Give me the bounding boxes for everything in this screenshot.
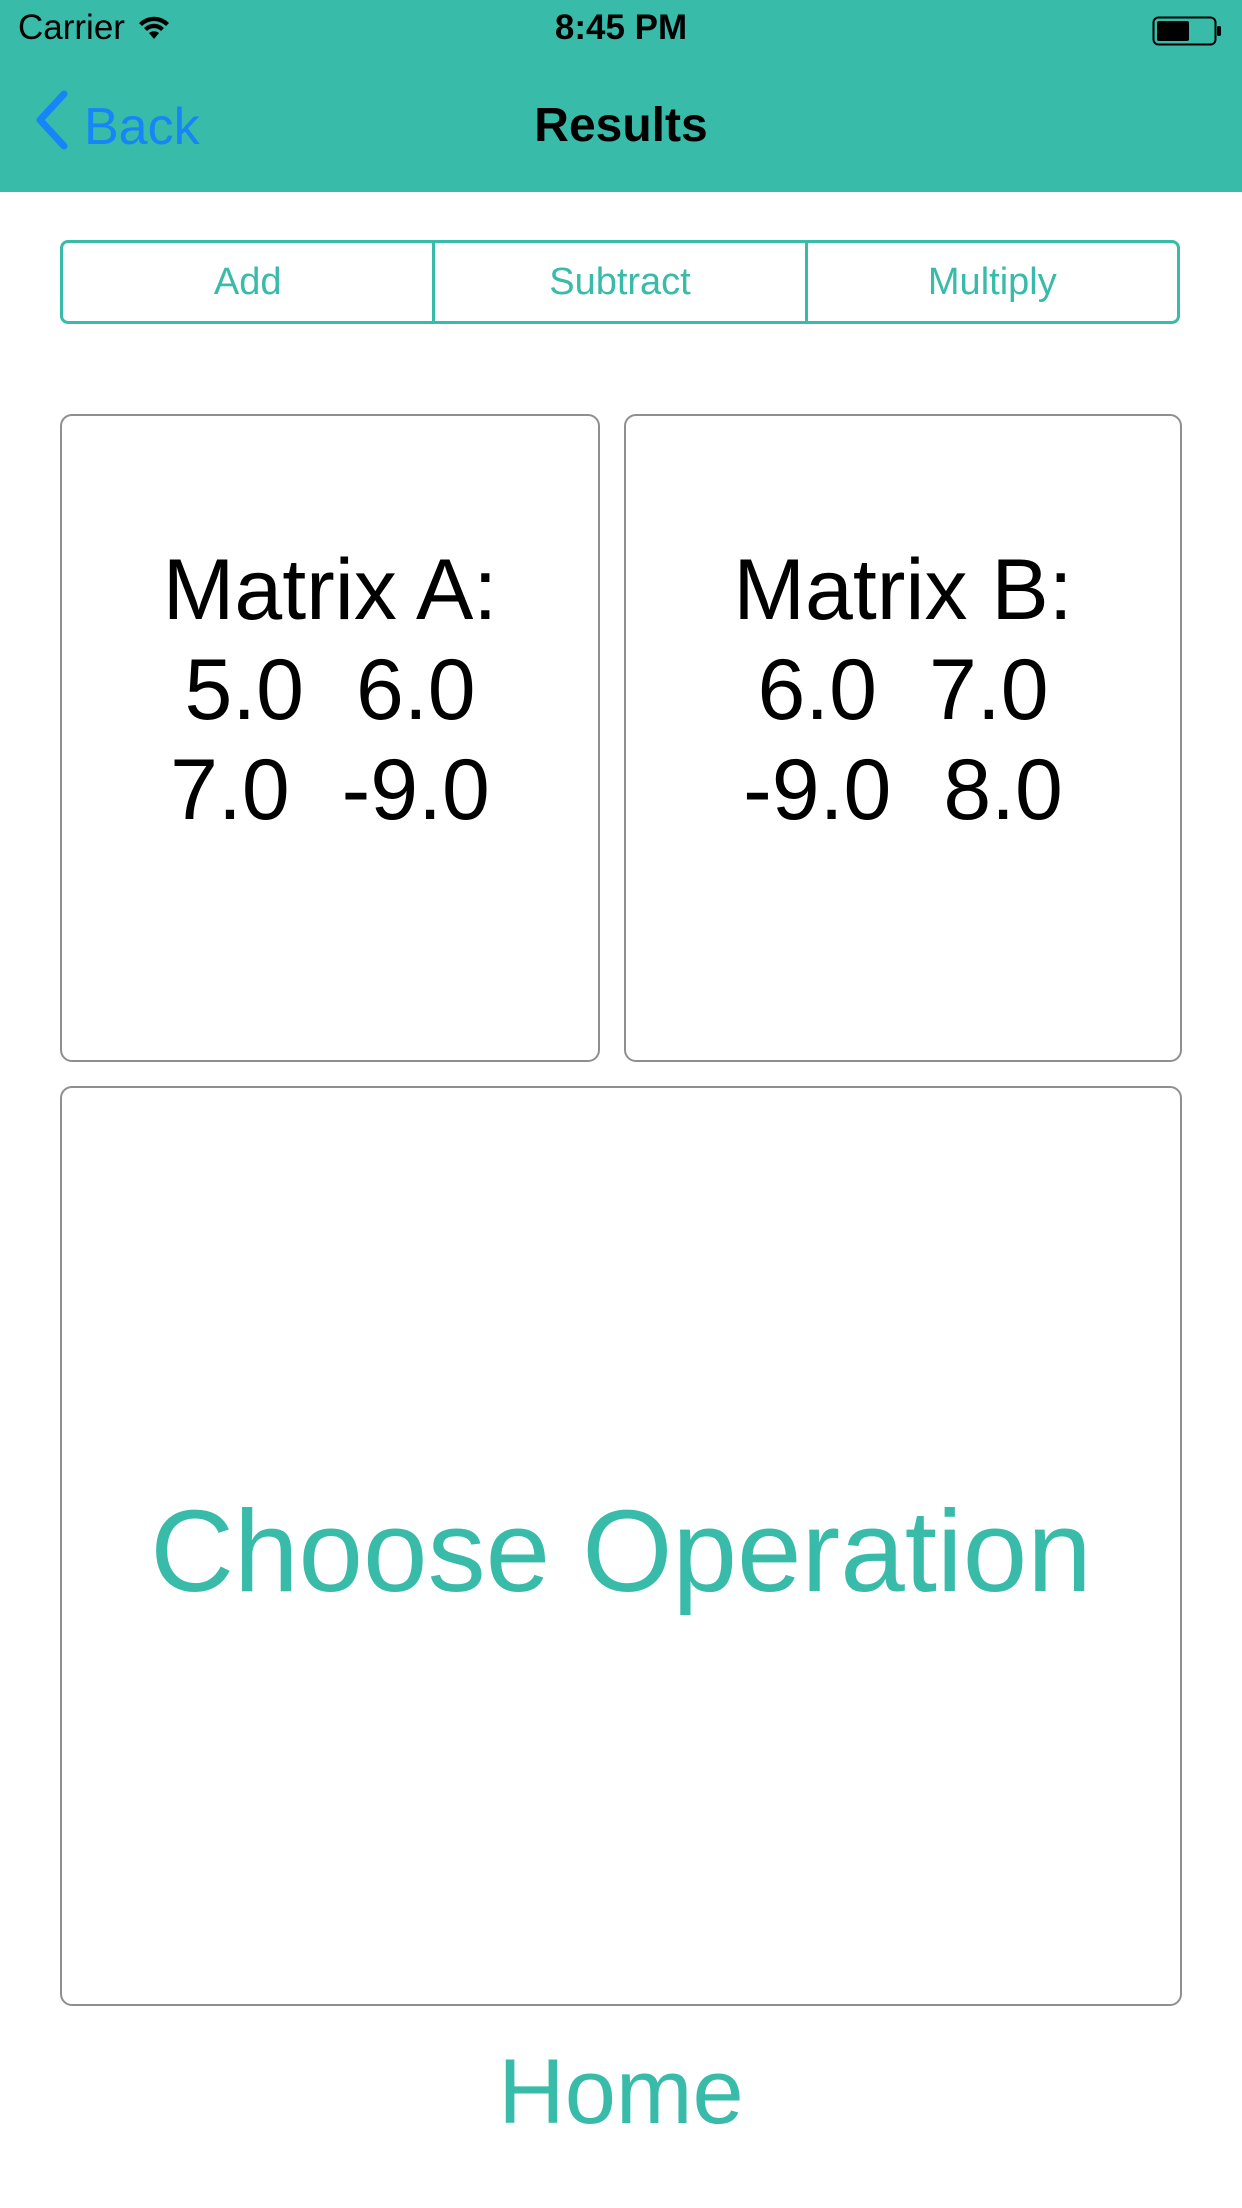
matrix-b-cell: 6.0 xyxy=(757,642,877,738)
header: Carrier 8:45 PM Back Results xyxy=(0,0,1242,192)
matrix-b-content: Matrix B: 6.0 7.0 -9.0 8.0 xyxy=(626,540,1180,840)
page-title: Results xyxy=(534,99,708,152)
matrix-b-cell: 8.0 xyxy=(943,742,1063,838)
matrix-a-cell: 5.0 xyxy=(184,642,304,738)
matrix-a-title: Matrix A: xyxy=(162,542,498,638)
results-screen: Carrier 8:45 PM Back Results Add Subtrac… xyxy=(0,0,1242,2208)
segment-add[interactable]: Add xyxy=(63,243,432,321)
matrix-a-box: Matrix A: 5.0 6.0 7.0 -9.0 xyxy=(60,414,600,1062)
home-button[interactable]: Home xyxy=(0,2040,1242,2145)
segment-multiply[interactable]: Multiply xyxy=(804,243,1177,321)
battery-icon xyxy=(1152,16,1222,51)
matrix-a-row: 7.0 -9.0 xyxy=(62,740,598,840)
matrix-b-title: Matrix B: xyxy=(733,542,1073,638)
matrix-a-cell: 6.0 xyxy=(356,642,476,738)
status-bar: Carrier 8:45 PM xyxy=(0,0,1242,60)
matrix-b-row: -9.0 8.0 xyxy=(626,740,1180,840)
result-text: Choose Operation xyxy=(150,1486,1092,1616)
matrix-b-cell: -9.0 xyxy=(743,742,892,838)
matrix-a-content: Matrix A: 5.0 6.0 7.0 -9.0 xyxy=(62,540,598,840)
status-time: 8:45 PM xyxy=(554,8,688,47)
matrix-a-row: 5.0 6.0 xyxy=(62,640,598,740)
matrix-b-cell: 7.0 xyxy=(929,642,1049,738)
matrix-b-row: 6.0 7.0 xyxy=(626,640,1180,740)
navigation-bar: Back Results xyxy=(0,60,1242,192)
operation-segmented-control: Add Subtract Multiply xyxy=(60,240,1180,324)
result-box: Choose Operation xyxy=(60,1086,1182,2006)
matrix-b-box: Matrix B: 6.0 7.0 -9.0 8.0 xyxy=(624,414,1182,1062)
segment-subtract[interactable]: Subtract xyxy=(432,243,804,321)
matrix-a-cell: -9.0 xyxy=(341,742,490,838)
matrix-a-cell: 7.0 xyxy=(170,742,290,838)
